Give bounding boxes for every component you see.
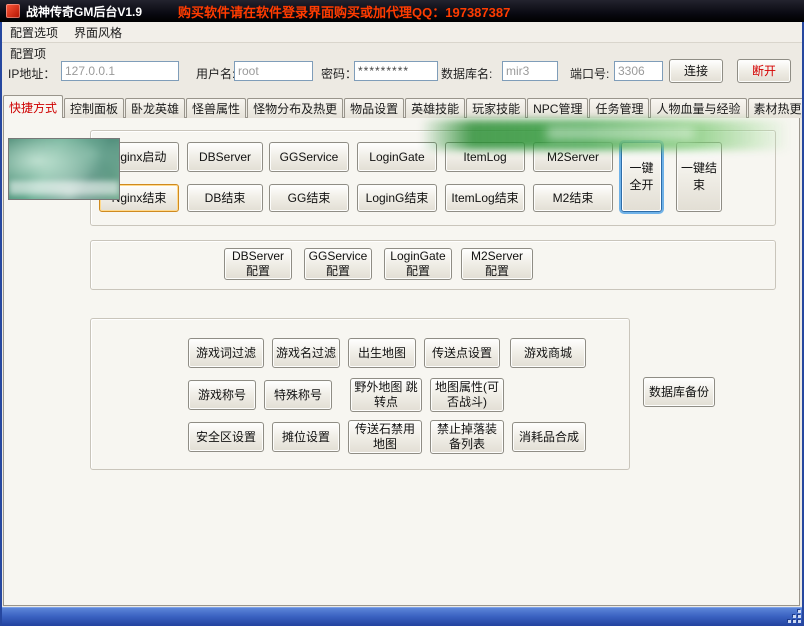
purchase-notice: 购买软件请在软件登录界面购买或加代理QQ：197387387	[178, 2, 510, 21]
config-section-label: 配置项	[10, 45, 46, 62]
connect-button[interactable]: 连接	[669, 59, 723, 83]
word-filter-button[interactable]: 游戏词过滤	[188, 338, 264, 368]
tab-wolong-hero[interactable]: 卧龙英雄	[125, 98, 185, 118]
m2server-stop-button[interactable]: M2结束	[533, 184, 613, 212]
teleport-point-button[interactable]: 传送点设置	[424, 338, 500, 368]
port-label: 端口号:	[570, 65, 609, 82]
preview-image	[8, 138, 120, 200]
stop-all-button[interactable]: 一键结束	[676, 142, 722, 212]
ip-input[interactable]	[61, 61, 179, 81]
ggservice-config-button[interactable]: GGService 配置	[304, 248, 372, 280]
map-attribute-button[interactable]: 地图属性(可否战斗)	[430, 378, 504, 412]
resize-grip[interactable]	[788, 610, 802, 624]
menu-ui-style[interactable]: 界面风格	[66, 22, 130, 43]
tab-player-skills[interactable]: 玩家技能	[466, 98, 526, 118]
disconnect-button[interactable]: 断开	[737, 59, 791, 83]
window-border-left	[0, 22, 2, 626]
ip-label: IP地址：	[8, 65, 55, 82]
db-backup-button[interactable]: 数据库备份	[643, 377, 715, 407]
database-label: 数据库名:	[441, 65, 492, 82]
tab-shortcuts[interactable]: 快捷方式	[3, 95, 63, 118]
tab-npc-manage[interactable]: NPC管理	[527, 98, 588, 118]
dbserver-stop-button[interactable]: DB结束	[187, 184, 263, 212]
port-input[interactable]	[614, 61, 663, 81]
logingate-stop-button[interactable]: LoginG结束	[357, 184, 437, 212]
app-window: 战神传奇GM后台V1.9 购买软件请在软件登录界面购买或加代理QQ：197387…	[0, 0, 804, 626]
game-mall-button[interactable]: 游戏商城	[510, 338, 586, 368]
stall-settings-button[interactable]: 摊位设置	[272, 422, 340, 452]
ggservice-start-button[interactable]: GGService	[269, 142, 349, 172]
start-all-button[interactable]: 一键全开	[621, 142, 662, 212]
teleport-stone-ban-button[interactable]: 传送石禁用地图	[348, 420, 422, 454]
menu-config-options[interactable]: 配置选项	[2, 22, 66, 43]
username-label: 用户名:	[196, 65, 235, 82]
logingate-start-button[interactable]: LoginGate	[357, 142, 437, 172]
dbserver-config-button[interactable]: DBServer 配置	[224, 248, 292, 280]
tab-task-manage[interactable]: 任务管理	[589, 98, 649, 118]
safe-zone-button[interactable]: 安全区设置	[188, 422, 264, 452]
itemlog-stop-button[interactable]: ItemLog结束	[445, 184, 525, 212]
tab-hp-exp[interactable]: 人物血量与经验	[650, 98, 746, 118]
dbserver-start-button[interactable]: DBServer	[187, 142, 263, 172]
password-label: 密码：	[321, 65, 357, 82]
consumable-craft-button[interactable]: 消耗品合成	[512, 422, 586, 452]
username-input[interactable]	[234, 61, 313, 81]
password-input[interactable]	[354, 61, 438, 81]
database-input[interactable]	[502, 61, 558, 81]
watermark-band	[9, 181, 119, 195]
name-filter-button[interactable]: 游戏名过滤	[272, 338, 340, 368]
birth-map-button[interactable]: 出生地图	[348, 338, 416, 368]
title-bar[interactable]: 战神传奇GM后台V1.9 购买软件请在软件登录界面购买或加代理QQ：197387…	[0, 0, 804, 22]
wild-map-jump-button[interactable]: 野外地图 跳转点	[350, 378, 422, 412]
itemlog-start-button[interactable]: ItemLog	[445, 142, 525, 172]
tab-monster-distribution[interactable]: 怪物分布及热更	[247, 98, 343, 118]
tab-item-settings[interactable]: 物品设置	[344, 98, 404, 118]
tab-bar: 快捷方式 控制面板 卧龙英雄 怪兽属性 怪物分布及热更 物品设置 英雄技能 玩家…	[3, 95, 804, 118]
m2server-config-button[interactable]: M2Server 配置	[461, 248, 533, 280]
ggservice-stop-button[interactable]: GG结束	[269, 184, 349, 212]
tab-control-panel[interactable]: 控制面板	[64, 98, 124, 118]
logingate-config-button[interactable]: LoginGate 配置	[384, 248, 452, 280]
tab-hero-skills[interactable]: 英雄技能	[405, 98, 465, 118]
app-icon	[6, 4, 20, 18]
tab-material-update[interactable]: 素材热更	[748, 98, 804, 118]
game-title-button[interactable]: 游戏称号	[188, 380, 256, 410]
drop-ban-list-button[interactable]: 禁止掉落装备列表	[430, 420, 504, 454]
status-bar	[0, 607, 804, 626]
m2server-start-button[interactable]: M2Server	[533, 142, 613, 172]
tab-monster-attributes[interactable]: 怪兽属性	[186, 98, 246, 118]
special-title-button[interactable]: 特殊称号	[264, 380, 332, 410]
menu-bar: 配置选项 界面风格	[2, 22, 802, 43]
window-title: 战神传奇GM后台V1.9	[26, 3, 142, 20]
